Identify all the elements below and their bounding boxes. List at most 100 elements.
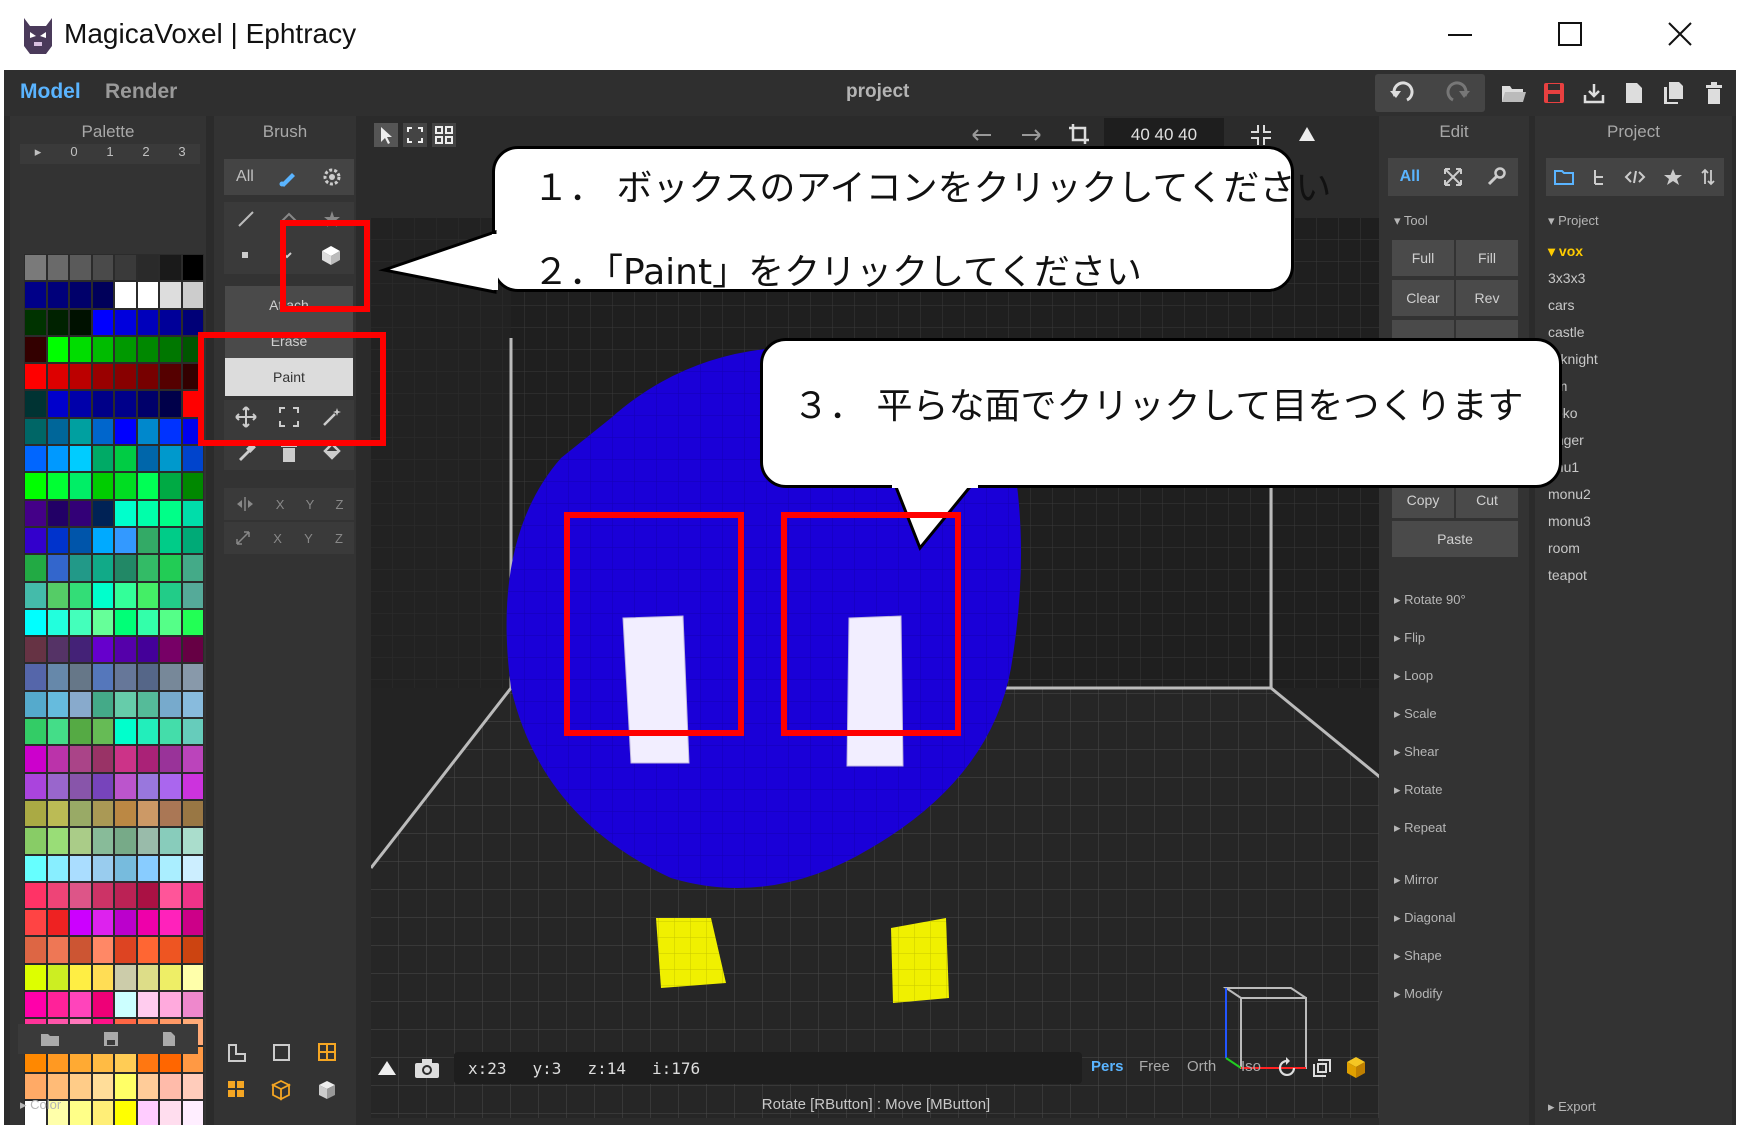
palette-swatch[interactable] bbox=[114, 991, 137, 1019]
arrow-right-icon[interactable] bbox=[1018, 126, 1044, 144]
project-item-room[interactable]: room bbox=[1548, 540, 1580, 556]
palette-swatch[interactable] bbox=[114, 718, 137, 746]
cube-white-icon[interactable] bbox=[317, 1079, 337, 1101]
palette-swatch[interactable] bbox=[181, 718, 204, 746]
palette-swatch[interactable] bbox=[114, 254, 137, 282]
palette-swatch[interactable] bbox=[159, 991, 182, 1019]
tool-section-label[interactable]: ▾ Tool bbox=[1394, 213, 1428, 229]
palette-swatch[interactable] bbox=[24, 745, 47, 773]
palette-swatch[interactable] bbox=[159, 445, 182, 473]
palette-swatch[interactable] bbox=[181, 254, 204, 282]
palette-swatch[interactable] bbox=[136, 417, 159, 446]
palette-swatch[interactable] bbox=[91, 390, 114, 418]
palette-swatch[interactable] bbox=[46, 472, 69, 500]
palette-swatch[interactable] bbox=[114, 445, 137, 473]
palette-swatch[interactable] bbox=[181, 963, 204, 992]
palette-swatch[interactable] bbox=[91, 499, 114, 527]
palette-swatch[interactable] bbox=[46, 581, 69, 609]
palette-swatch[interactable] bbox=[159, 499, 182, 527]
palette-swatch[interactable] bbox=[91, 335, 114, 364]
brush-paint-icon[interactable] bbox=[278, 167, 298, 187]
delete-file-button[interactable] bbox=[1694, 74, 1734, 112]
palette-swatch[interactable] bbox=[91, 1100, 114, 1125]
axis-z-toggle[interactable]: Z bbox=[335, 531, 343, 546]
palette-swatch[interactable] bbox=[24, 799, 47, 828]
palette-swatch[interactable] bbox=[46, 526, 69, 555]
palette-swatch[interactable] bbox=[136, 690, 159, 719]
palette-swatch[interactable] bbox=[91, 854, 114, 882]
palette-swatch[interactable] bbox=[136, 308, 159, 336]
palette-swatch[interactable] bbox=[136, 663, 159, 691]
palette-swatch[interactable] bbox=[24, 554, 47, 582]
palette-swatch[interactable] bbox=[114, 554, 137, 582]
outline-square-icon[interactable] bbox=[271, 1042, 291, 1064]
palette-swatch[interactable] bbox=[159, 690, 182, 719]
palette-swatch[interactable] bbox=[69, 963, 92, 992]
multi-select-icon[interactable] bbox=[432, 123, 456, 147]
axis-y-toggle[interactable]: Y bbox=[304, 531, 313, 546]
palette-swatch[interactable] bbox=[91, 526, 114, 555]
palette-swatch[interactable] bbox=[24, 881, 47, 910]
collapse-triangle-icon[interactable] bbox=[375, 1058, 399, 1078]
palette-swatch[interactable] bbox=[114, 690, 137, 719]
palette-swatch[interactable] bbox=[69, 1072, 92, 1101]
palette-tab-arrow[interactable]: ▸ bbox=[20, 144, 56, 164]
palette-swatch[interactable] bbox=[46, 718, 69, 746]
project-item-3x3x3[interactable]: 3x3x3 bbox=[1548, 270, 1585, 286]
palette-swatch[interactable] bbox=[159, 1072, 182, 1101]
palette-swatch[interactable] bbox=[24, 690, 47, 719]
palette-swatch[interactable] bbox=[114, 1100, 137, 1125]
palette-swatch[interactable] bbox=[136, 799, 159, 828]
palette-swatch[interactable] bbox=[136, 608, 159, 637]
palette-swatch[interactable] bbox=[114, 936, 137, 964]
marquee-select-icon[interactable] bbox=[403, 123, 427, 147]
palette-swatch[interactable] bbox=[69, 854, 92, 882]
palette-swatch[interactable] bbox=[136, 390, 159, 418]
arrow-left-icon[interactable] bbox=[969, 126, 995, 144]
palette-swatch[interactable] bbox=[181, 663, 204, 691]
view-free-button[interactable]: Free bbox=[1139, 1058, 1170, 1075]
new-file-button[interactable] bbox=[1614, 74, 1654, 112]
palette-swatch[interactable] bbox=[114, 581, 137, 609]
palette-swatch[interactable] bbox=[114, 390, 137, 418]
palette-swatch[interactable] bbox=[136, 472, 159, 500]
palette-swatch[interactable] bbox=[69, 472, 92, 500]
palette-swatch[interactable] bbox=[69, 554, 92, 582]
diagonal-section[interactable]: ▸ Diagonal bbox=[1394, 910, 1455, 926]
palette-swatch[interactable] bbox=[46, 909, 69, 937]
palette-swatch[interactable] bbox=[24, 363, 47, 391]
palette-swatch[interactable] bbox=[136, 335, 159, 364]
palette-swatch[interactable] bbox=[159, 881, 182, 910]
palette-swatch[interactable] bbox=[24, 499, 47, 527]
palette-swatch[interactable] bbox=[181, 936, 204, 964]
view-orth-button[interactable]: Orth bbox=[1187, 1058, 1216, 1075]
palette-swatch[interactable] bbox=[24, 308, 47, 336]
palette-swatch[interactable] bbox=[91, 991, 114, 1019]
palette-swatch[interactable] bbox=[69, 663, 92, 691]
palette-swatch[interactable] bbox=[136, 445, 159, 473]
palette-swatch[interactable] bbox=[114, 745, 137, 773]
palette-swatch[interactable] bbox=[24, 936, 47, 964]
palette-swatch[interactable] bbox=[136, 745, 159, 773]
palette-swatch[interactable] bbox=[114, 854, 137, 882]
rotate90-section[interactable]: ▸ Rotate 90° bbox=[1394, 592, 1466, 608]
palette-swatch[interactable] bbox=[136, 581, 159, 609]
palette-swatch[interactable] bbox=[91, 690, 114, 719]
palette-swatch[interactable] bbox=[159, 472, 182, 500]
mirror-z-toggle[interactable]: Z bbox=[335, 497, 343, 512]
palette-swatch[interactable] bbox=[181, 581, 204, 609]
palette-swatch[interactable] bbox=[114, 308, 137, 336]
palette-swatch[interactable] bbox=[91, 636, 114, 664]
palette-swatch[interactable] bbox=[46, 636, 69, 664]
fill-button[interactable]: Fill bbox=[1456, 240, 1518, 276]
palette-swatch[interactable] bbox=[114, 881, 137, 910]
palette-swatch[interactable] bbox=[159, 854, 182, 882]
palette-swatch[interactable] bbox=[69, 799, 92, 828]
palette-swatch[interactable] bbox=[46, 308, 69, 336]
palette-swatch[interactable] bbox=[181, 690, 204, 719]
palette-swatch[interactable] bbox=[181, 745, 204, 773]
palette-swatch[interactable] bbox=[24, 390, 47, 418]
reset-view-icon[interactable] bbox=[1276, 1056, 1300, 1080]
palette-swatch[interactable] bbox=[159, 909, 182, 937]
palette-swatch[interactable] bbox=[181, 772, 204, 800]
